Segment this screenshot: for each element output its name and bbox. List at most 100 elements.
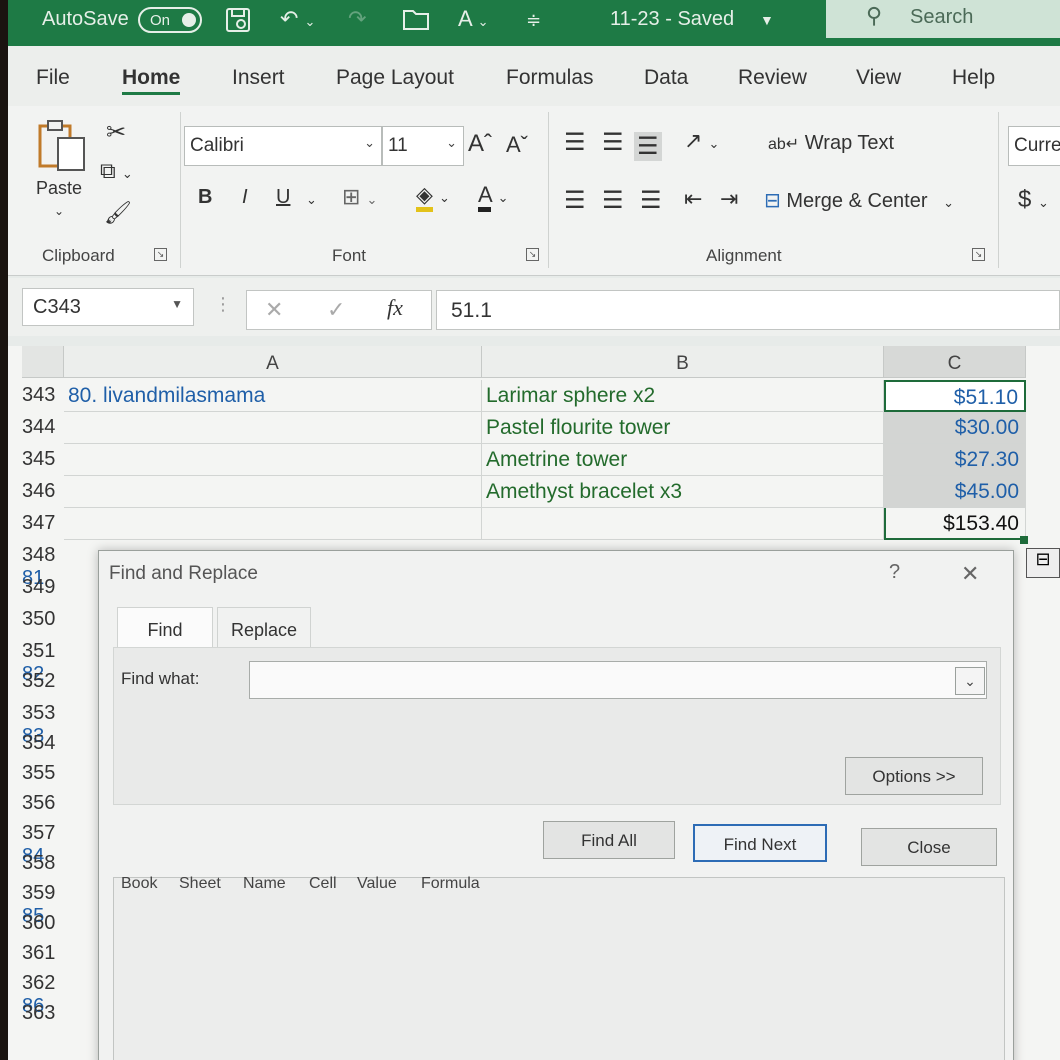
row-header[interactable]: 350 xyxy=(22,604,64,635)
row-header[interactable]: 359 85 xyxy=(22,878,64,927)
bold-button[interactable]: B xyxy=(198,186,212,209)
results-col-sheet[interactable]: Sheet xyxy=(179,875,221,893)
more-options-icon[interactable]: ⋮ xyxy=(214,294,232,315)
select-all-corner[interactable] xyxy=(22,346,64,378)
borders-icon[interactable]: ⊞ ⌄ xyxy=(342,184,377,210)
bottom-align-icon[interactable]: ☰ xyxy=(634,132,662,161)
cell-c346[interactable]: $45.00 xyxy=(884,476,1026,508)
find-history-dropdown-icon[interactable]: ⌄ xyxy=(955,667,985,695)
row-header[interactable]: 355 xyxy=(22,758,64,789)
decrease-font-size-icon[interactable]: Aˇ xyxy=(506,132,528,158)
tab-help[interactable]: Help xyxy=(952,66,995,90)
search-input[interactable]: ⚲ Search xyxy=(826,0,1060,38)
tab-page-layout[interactable]: Page Layout xyxy=(336,66,454,90)
enter-icon[interactable]: ✓ xyxy=(327,297,345,323)
autosave-toggle[interactable]: On xyxy=(138,7,202,33)
row-header[interactable]: 344 xyxy=(22,412,64,443)
font-color-icon[interactable]: A ⌄ xyxy=(478,182,509,212)
format-painter-icon[interactable]: 🖌 xyxy=(104,200,132,226)
row-header[interactable]: 358 xyxy=(22,848,64,879)
row-header[interactable]: 362 86 xyxy=(22,968,64,1017)
cell-a347[interactable] xyxy=(64,508,482,540)
find-all-button[interactable]: Find All xyxy=(543,821,675,859)
increase-font-size-icon[interactable]: Aˆ xyxy=(468,130,492,158)
cell-b343[interactable]: Larimar sphere x2 xyxy=(482,380,884,412)
tab-home[interactable]: Home xyxy=(122,66,181,95)
top-align-icon[interactable]: ☰ xyxy=(564,128,586,157)
paste-dropdown-icon[interactable]: ⌄ xyxy=(54,204,64,218)
cancel-icon[interactable]: ✕ xyxy=(265,297,283,323)
row-header[interactable]: 348 81 xyxy=(22,540,64,589)
increase-indent-icon[interactable]: ⇥ xyxy=(720,186,738,212)
orientation-icon[interactable]: ↗ ⌄ xyxy=(684,128,719,154)
paste-label[interactable]: Paste xyxy=(36,178,82,199)
copy-icon[interactable]: ⧉ ⌄ xyxy=(100,158,133,184)
font-launcher-icon[interactable]: ↘ xyxy=(526,248,539,261)
cut-icon[interactable]: ✂ xyxy=(106,118,126,147)
tab-formulas[interactable]: Formulas xyxy=(506,66,594,90)
row-header[interactable]: 354 xyxy=(22,728,64,759)
tab-file[interactable]: File xyxy=(36,66,70,90)
cell-b347[interactable] xyxy=(482,508,884,540)
row-header[interactable]: 357 84 xyxy=(22,818,64,867)
row-header[interactable]: 352 xyxy=(22,666,64,697)
open-folder-icon[interactable] xyxy=(402,6,432,38)
column-header-c[interactable]: C xyxy=(884,346,1026,378)
tab-find[interactable]: Find xyxy=(117,607,213,647)
close-button[interactable]: Close xyxy=(861,828,997,866)
row-header[interactable]: 363 xyxy=(22,998,64,1029)
merge-center-button[interactable]: ⊟ Merge & Center ⌄ xyxy=(764,188,954,213)
cell-a343[interactable]: 80. livandmilasmama xyxy=(64,380,482,412)
tab-review[interactable]: Review xyxy=(738,66,807,90)
close-icon[interactable]: ✕ xyxy=(961,561,979,587)
underline-dropdown-icon[interactable]: ⌄ xyxy=(306,192,317,208)
clipboard-launcher-icon[interactable]: ↘ xyxy=(154,248,167,261)
align-left-icon[interactable]: ☰ xyxy=(564,186,586,215)
wrap-text-button[interactable]: ab↵ Wrap Text xyxy=(768,132,894,155)
row-header[interactable]: 356 xyxy=(22,788,64,819)
results-col-value[interactable]: Value xyxy=(357,875,397,893)
find-what-input[interactable] xyxy=(249,661,987,699)
help-button[interactable]: ? xyxy=(889,561,900,584)
customize-toolbar-icon[interactable]: ≑ xyxy=(526,10,541,31)
font-color-quick-icon[interactable]: A ⌄ xyxy=(458,6,488,32)
column-header-a[interactable]: A xyxy=(64,346,482,378)
cell-b344[interactable]: Pastel flourite tower xyxy=(482,412,884,444)
find-next-button[interactable]: Find Next xyxy=(693,824,827,862)
middle-align-icon[interactable]: ☰ xyxy=(602,128,624,157)
underline-button[interactable]: U xyxy=(276,186,290,209)
cell-c347[interactable]: $153.40 xyxy=(884,508,1026,540)
row-header[interactable]: 360 xyxy=(22,908,64,939)
align-right-icon[interactable]: ☰ xyxy=(640,186,662,215)
row-header[interactable]: 346 xyxy=(22,476,64,507)
tab-insert[interactable]: Insert xyxy=(232,66,285,90)
fill-color-icon[interactable]: ◈ ⌄ xyxy=(416,182,450,212)
font-name-combo[interactable]: Calibri ⌄ xyxy=(184,126,382,166)
document-title[interactable]: 11-23 - Saved xyxy=(610,8,734,31)
redo-icon[interactable]: ↷ xyxy=(348,6,366,32)
cell-c345[interactable]: $27.30 xyxy=(884,444,1026,476)
cell-a345[interactable] xyxy=(64,444,482,476)
cell-c343[interactable]: $51.10 xyxy=(884,380,1026,412)
options-button[interactable]: Options >> xyxy=(845,757,983,795)
fill-handle[interactable] xyxy=(1020,536,1028,544)
insert-function-button[interactable]: fx xyxy=(387,295,403,321)
align-center-icon[interactable]: ☰ xyxy=(602,186,624,215)
row-header[interactable]: 361 xyxy=(22,938,64,969)
font-size-combo[interactable]: 11 ⌄ xyxy=(382,126,464,166)
formula-input[interactable]: 51.1 xyxy=(436,290,1060,330)
column-header-b[interactable]: B xyxy=(482,346,884,378)
cell-a344[interactable] xyxy=(64,412,482,444)
undo-icon[interactable]: ↶ ⌄ xyxy=(280,6,315,32)
row-header[interactable]: 349 xyxy=(22,572,64,603)
row-header[interactable]: 343 xyxy=(22,380,64,411)
row-header[interactable]: 345 xyxy=(22,444,64,475)
results-list[interactable] xyxy=(113,877,1005,1060)
results-col-name[interactable]: Name xyxy=(243,875,286,893)
number-format-combo[interactable]: Curre xyxy=(1008,126,1060,166)
row-header[interactable]: 347 xyxy=(22,508,64,539)
cell-b345[interactable]: Ametrine tower xyxy=(482,444,884,476)
row-header[interactable]: 353 83 xyxy=(22,698,64,747)
save-icon[interactable] xyxy=(224,6,252,40)
currency-button[interactable]: $ ⌄ xyxy=(1018,186,1049,214)
